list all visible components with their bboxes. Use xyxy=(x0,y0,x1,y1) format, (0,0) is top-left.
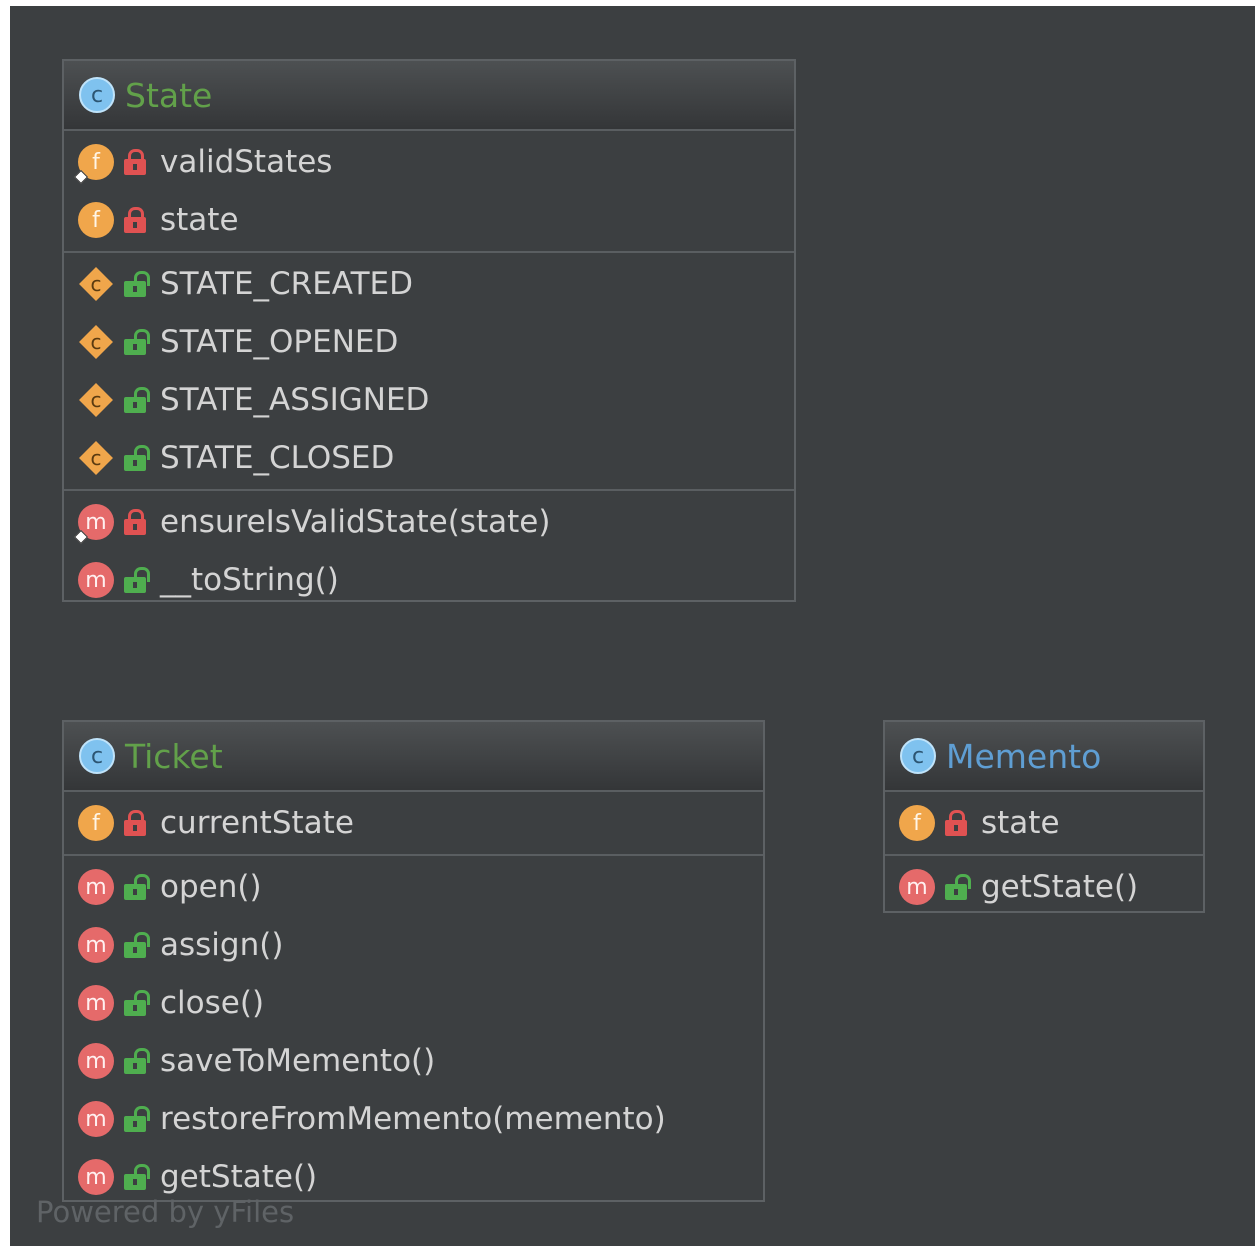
class-icon: c xyxy=(79,738,115,774)
method-row[interactable]: m assign() xyxy=(64,916,763,974)
class-name-ticket: Ticket xyxy=(125,736,223,776)
methods-section: m getState() xyxy=(885,856,1203,918)
method-icon: m xyxy=(73,504,114,545)
constant-row[interactable]: c STATE_CLOSED xyxy=(64,429,794,487)
fields-section: f state xyxy=(885,792,1203,856)
public-lock-icon xyxy=(124,565,150,595)
class-box-memento[interactable]: c Memento f state m getState() xyxy=(883,720,1205,913)
class-header-state: c State xyxy=(64,61,794,131)
method-row[interactable]: m close() xyxy=(64,974,763,1032)
constant-label: STATE_CLOSED xyxy=(160,440,395,476)
field-label: state xyxy=(160,202,239,238)
method-label: getState() xyxy=(160,1159,318,1195)
methods-section: m open() m assign() m close() m saveToMe… xyxy=(64,856,763,1208)
field-icon: f xyxy=(78,805,114,841)
constant-icon: c xyxy=(78,382,114,418)
public-lock-icon xyxy=(124,988,150,1018)
public-lock-icon xyxy=(124,1104,150,1134)
private-lock-icon xyxy=(124,147,146,177)
method-row[interactable]: m open() xyxy=(64,858,763,916)
diagram-canvas: c State f validStates f state c STATE_CR… xyxy=(10,6,1255,1246)
constants-section: c STATE_CREATED c STATE_OPENED c STATE_A… xyxy=(64,253,794,491)
field-icon: f xyxy=(73,144,114,185)
powered-by-footer: Powered by yFiles xyxy=(36,1195,295,1229)
method-row[interactable]: m saveToMemento() xyxy=(64,1032,763,1090)
field-label: state xyxy=(981,805,1060,841)
fields-section: f currentState xyxy=(64,792,763,856)
public-lock-icon xyxy=(124,930,150,960)
method-icon: m xyxy=(78,562,114,598)
class-header-ticket: c Ticket xyxy=(64,722,763,792)
method-label: close() xyxy=(160,985,265,1021)
fields-section: f validStates f state xyxy=(64,131,794,253)
method-icon: m xyxy=(899,869,935,905)
method-row[interactable]: m __toString() xyxy=(64,551,794,609)
field-row[interactable]: f currentState xyxy=(64,794,763,852)
class-icon: c xyxy=(900,738,936,774)
class-icon: c xyxy=(79,77,115,113)
field-row[interactable]: f state xyxy=(885,794,1203,852)
method-icon: m xyxy=(78,1043,114,1079)
constant-row[interactable]: c STATE_CREATED xyxy=(64,255,794,313)
public-lock-icon xyxy=(124,1162,150,1192)
method-label: __toString() xyxy=(160,562,339,598)
public-lock-icon xyxy=(124,872,150,902)
method-icon: m xyxy=(78,1101,114,1137)
private-lock-icon xyxy=(124,507,146,537)
public-lock-icon xyxy=(945,872,971,902)
constant-label: STATE_CREATED xyxy=(160,266,413,302)
method-icon: m xyxy=(78,985,114,1021)
private-lock-icon xyxy=(945,808,967,838)
field-row[interactable]: f validStates xyxy=(64,133,794,191)
method-label: open() xyxy=(160,869,262,905)
private-lock-icon xyxy=(124,205,146,235)
class-name-memento: Memento xyxy=(946,736,1102,776)
constant-label: STATE_ASSIGNED xyxy=(160,382,430,418)
method-row[interactable]: m restoreFromMemento(memento) xyxy=(64,1090,763,1148)
method-label: restoreFromMemento(memento) xyxy=(160,1101,666,1137)
constant-icon: c xyxy=(78,440,114,476)
public-lock-icon xyxy=(124,385,150,415)
method-label: saveToMemento() xyxy=(160,1043,436,1079)
public-lock-icon xyxy=(124,327,150,357)
class-name-state: State xyxy=(125,75,213,115)
method-label: ensureIsValidState(state) xyxy=(160,504,551,540)
field-icon: f xyxy=(78,202,114,238)
class-header-memento: c Memento xyxy=(885,722,1203,792)
constant-row[interactable]: c STATE_ASSIGNED xyxy=(64,371,794,429)
method-icon: m xyxy=(78,927,114,963)
constant-icon: c xyxy=(78,324,114,360)
public-lock-icon xyxy=(124,1046,150,1076)
method-row[interactable]: m ensureIsValidState(state) xyxy=(64,493,794,551)
public-lock-icon xyxy=(124,269,150,299)
field-icon: f xyxy=(899,805,935,841)
constant-label: STATE_OPENED xyxy=(160,324,399,360)
public-lock-icon xyxy=(124,443,150,473)
methods-section: m ensureIsValidState(state) m __toString… xyxy=(64,491,794,611)
field-label: validStates xyxy=(160,144,333,180)
method-icon: m xyxy=(78,1159,114,1195)
class-box-state[interactable]: c State f validStates f state c STATE_CR… xyxy=(62,59,796,602)
field-row[interactable]: f state xyxy=(64,191,794,249)
private-lock-icon xyxy=(124,808,146,838)
field-label: currentState xyxy=(160,805,354,841)
method-row[interactable]: m getState() xyxy=(885,858,1203,916)
class-box-ticket[interactable]: c Ticket f currentState m open() m assig… xyxy=(62,720,765,1202)
constant-row[interactable]: c STATE_OPENED xyxy=(64,313,794,371)
method-icon: m xyxy=(78,869,114,905)
constant-icon: c xyxy=(78,266,114,302)
method-label: assign() xyxy=(160,927,284,963)
static-marker-icon xyxy=(73,169,89,185)
method-label: getState() xyxy=(981,869,1139,905)
